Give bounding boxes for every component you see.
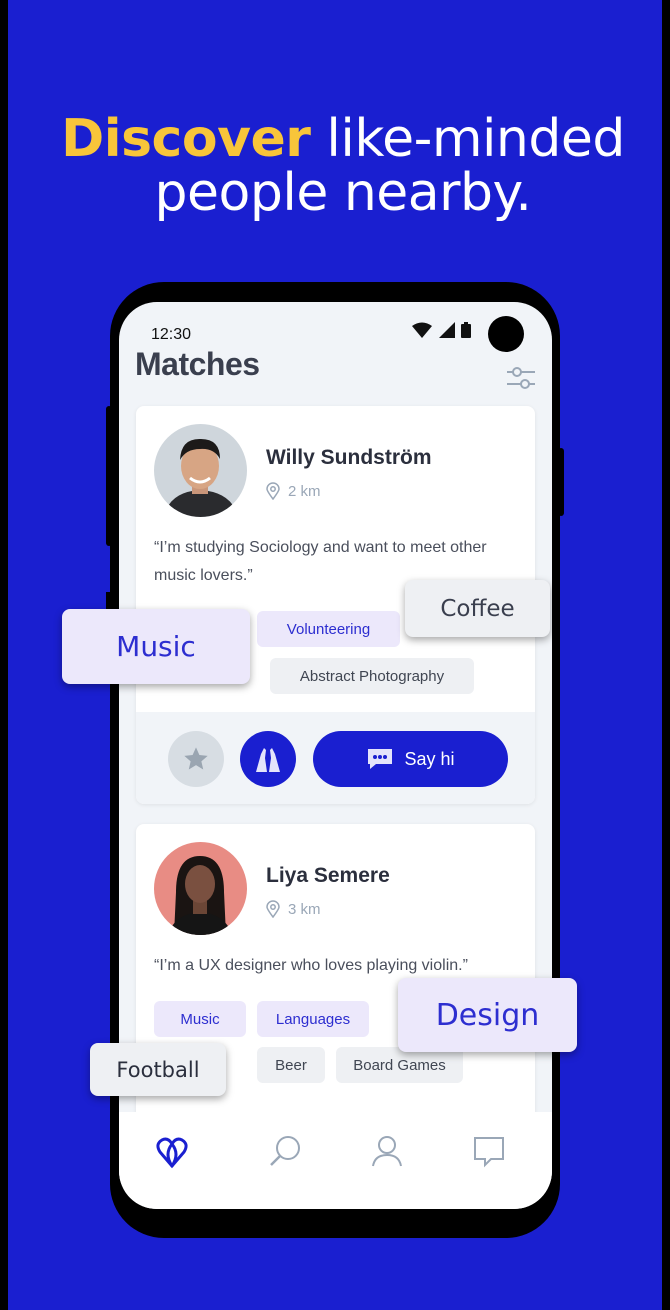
say-hi-button[interactable]: Say hi bbox=[313, 731, 508, 787]
match-bio: “I’m a UX designer who loves playing vio… bbox=[154, 957, 468, 974]
say-hi-label: Say hi bbox=[404, 748, 455, 769]
headline: Discover like-minded people nearby. bbox=[8, 112, 662, 220]
floating-tag-design: Design bbox=[398, 978, 577, 1052]
headline-line2: people nearby. bbox=[154, 163, 532, 223]
signal-icon bbox=[439, 322, 455, 338]
profile-tab-icon[interactable] bbox=[367, 1132, 407, 1172]
interest-tag[interactable]: Abstract Photography bbox=[270, 658, 474, 694]
favorite-button[interactable] bbox=[168, 731, 224, 787]
location-pin-icon bbox=[266, 482, 280, 500]
high-five-icon bbox=[256, 748, 280, 772]
match-distance: 3 km bbox=[266, 900, 321, 918]
interest-tag[interactable]: Volunteering bbox=[257, 611, 400, 647]
wifi-icon bbox=[412, 322, 432, 338]
floating-tag-music: Music bbox=[62, 609, 250, 684]
interest-tag[interactable]: Board Games bbox=[336, 1047, 463, 1083]
avatar[interactable] bbox=[154, 842, 247, 935]
interest-tag[interactable]: Beer bbox=[257, 1047, 325, 1083]
bottom-tab-bar bbox=[119, 1112, 552, 1209]
chat-bubble-icon bbox=[368, 749, 393, 769]
filter-icon[interactable] bbox=[505, 364, 537, 392]
camera-cutout bbox=[488, 316, 524, 352]
avatar[interactable] bbox=[154, 424, 247, 517]
match-name: Willy Sundström bbox=[266, 446, 432, 469]
headline-highlight: Discover bbox=[61, 109, 311, 169]
status-icons bbox=[411, 322, 471, 338]
status-time: 12:30 bbox=[151, 326, 192, 343]
match-name: Liya Semere bbox=[266, 864, 390, 887]
page-title: Matches bbox=[135, 346, 260, 382]
interest-tag[interactable]: Languages bbox=[257, 1001, 369, 1037]
location-pin-icon bbox=[266, 900, 280, 918]
distance-label: 3 km bbox=[288, 900, 321, 918]
matches-tab-icon[interactable] bbox=[152, 1132, 192, 1172]
match-distance: 2 km bbox=[266, 482, 321, 500]
floating-tag-football: Football bbox=[90, 1043, 226, 1096]
messages-tab-icon[interactable] bbox=[469, 1132, 509, 1172]
interest-tag[interactable]: Music bbox=[154, 1001, 246, 1037]
battery-icon bbox=[461, 322, 471, 338]
floating-tag-coffee: Coffee bbox=[405, 580, 550, 637]
distance-label: 2 km bbox=[288, 482, 321, 500]
star-icon bbox=[184, 747, 208, 770]
card-actions: Say hi bbox=[136, 712, 535, 804]
headline-rest: like-minded bbox=[310, 109, 625, 169]
high-five-button[interactable] bbox=[240, 731, 296, 787]
search-tab-icon[interactable] bbox=[265, 1132, 305, 1172]
